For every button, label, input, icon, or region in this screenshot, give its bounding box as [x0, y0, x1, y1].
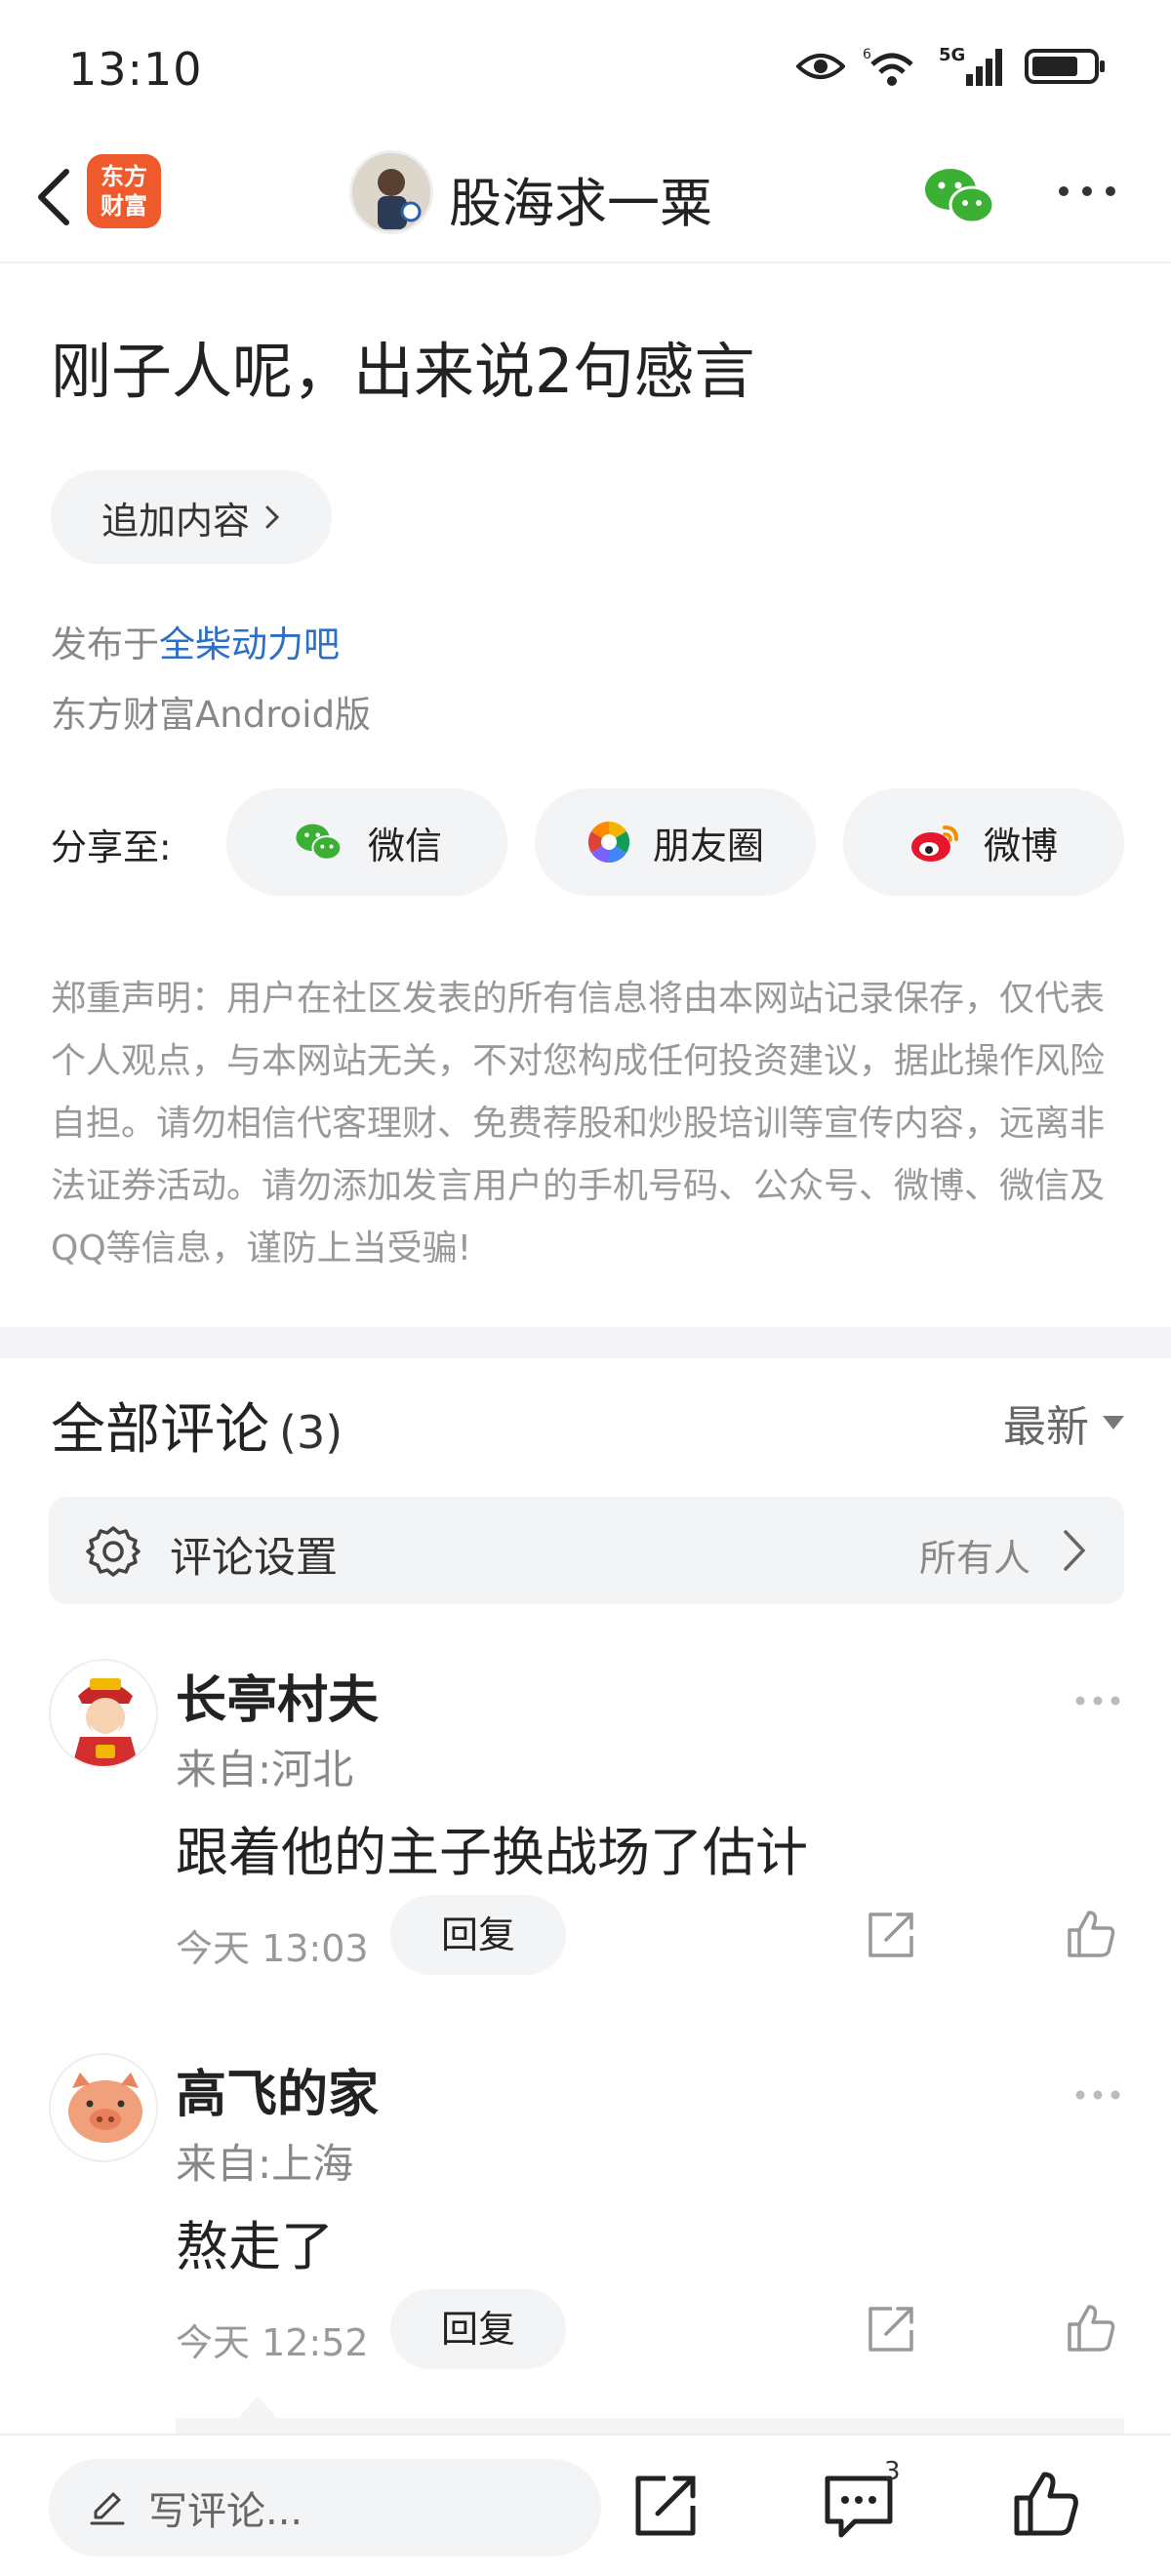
- eye-icon: [796, 54, 845, 79]
- network-type: 5G: [939, 45, 965, 65]
- share-weibo-button[interactable]: 微博: [843, 788, 1124, 896]
- post-title: 刚子人呢，出来说2句感言: [51, 336, 755, 407]
- reply-button[interactable]: 回复: [390, 1895, 566, 1975]
- cellular-signal-icon: 5G: [939, 45, 1002, 86]
- commenter-location: 来自:河北: [176, 1746, 354, 1793]
- wifi-tag: 6: [863, 47, 871, 62]
- comment-time: 今天 12:52: [176, 2321, 369, 2364]
- caret-down-icon: [1103, 1416, 1124, 1429]
- avatar-image: [352, 153, 430, 231]
- author-avatar[interactable]: [349, 150, 433, 234]
- app-logo-line1: 东方: [101, 163, 147, 190]
- write-comment-input[interactable]: 写评论...: [49, 2459, 601, 2556]
- comment-item: 高飞的家 来自:上海 熬走了 今天 12:52 回复: [0, 2053, 1171, 2443]
- share-weibo-label: 微博: [983, 824, 1058, 867]
- bottom-action-bar: 写评论... 3: [0, 2434, 1171, 2576]
- share-wechat-label: 微信: [367, 824, 442, 867]
- wechat-icon[interactable]: [921, 162, 999, 230]
- chevron-right-icon: [1064, 1530, 1086, 1571]
- top-nav-bar: 东方 财富 股海求一粟: [0, 137, 1171, 263]
- comment-count-badge: 3: [884, 2457, 901, 2486]
- write-comment-placeholder: 写评论...: [148, 2489, 303, 2534]
- comment-settings-label: 评论设置: [170, 1534, 338, 1583]
- more-options-icon[interactable]: [1056, 180, 1118, 203]
- app-logo[interactable]: 东方 财富: [87, 154, 161, 228]
- published-prefix: 发布于: [51, 624, 159, 665]
- comments-title: 全部评论: [51, 1398, 269, 1462]
- commenter-name[interactable]: 高飞的家: [176, 2053, 379, 2126]
- thumbs-up-icon[interactable]: [1064, 1907, 1118, 1961]
- wechat-icon: [296, 824, 343, 861]
- share-label: 分享至:: [51, 826, 172, 868]
- share-icon[interactable]: [865, 1909, 917, 1961]
- reply-preview-notch: [238, 2396, 277, 2418]
- author-name[interactable]: 股海求一粟: [449, 160, 712, 237]
- forum-link[interactable]: 全柴动力吧: [159, 624, 340, 665]
- pencil-icon: [90, 2492, 125, 2525]
- reply-button[interactable]: 回复: [390, 2289, 566, 2369]
- chevron-right-icon: [265, 505, 280, 529]
- disclaimer-text: 郑重声明：用户在社区发表的所有信息将由本网站记录保存，仅代表个人观点，与本网站无…: [51, 979, 1106, 1268]
- avatar-image: [51, 2055, 156, 2160]
- share-icon[interactable]: [630, 2471, 701, 2541]
- status-bar: 13:10 6 5G: [0, 0, 1171, 137]
- commenter-name[interactable]: 长亭村夫: [176, 1659, 379, 1732]
- client-source: 东方财富Android版: [51, 694, 372, 736]
- avatar-image: [51, 1661, 156, 1766]
- commenter-avatar[interactable]: [49, 1659, 158, 1768]
- comment-text: 跟着他的主子换战场了估计: [176, 1822, 808, 1883]
- share-moments-label: 朋友圈: [652, 824, 764, 867]
- comment-time: 今天 13:03: [176, 1927, 369, 1970]
- status-time: 13:10: [68, 43, 203, 96]
- published-in: 发布于全柴动力吧: [51, 615, 340, 667]
- share-moments-button[interactable]: 朋友圈: [535, 788, 816, 896]
- share-wechat-button[interactable]: 微信: [226, 788, 507, 896]
- more-options-icon[interactable]: [1073, 1694, 1122, 1708]
- append-content-button[interactable]: 追加内容: [51, 470, 332, 564]
- comment-text: 熬走了: [176, 2216, 334, 2277]
- status-icons: 6 5G: [796, 45, 1107, 88]
- comment-settings-row[interactable]: 评论设置 所有人: [49, 1497, 1124, 1604]
- sort-label: 最新: [1003, 1402, 1089, 1452]
- weibo-icon: [910, 825, 958, 862]
- more-options-icon[interactable]: [1073, 2088, 1122, 2102]
- share-icon[interactable]: [865, 2303, 917, 2355]
- section-divider: [0, 1327, 1171, 1358]
- comment-item: 长亭村夫 来自:河北 跟着他的主子换战场了估计 今天 13:03 回复: [0, 1659, 1171, 2049]
- sort-dropdown[interactable]: 最新: [1003, 1391, 1124, 1454]
- wifi-icon: 6: [863, 47, 913, 86]
- back-arrow-icon[interactable]: [23, 158, 92, 236]
- comment-settings-value: 所有人: [918, 1537, 1030, 1580]
- commenter-avatar[interactable]: [49, 2053, 158, 2162]
- app-logo-line2: 财富: [101, 192, 147, 220]
- thumbs-up-icon[interactable]: [1011, 2469, 1081, 2539]
- comments-heading: 全部评论 (3): [51, 1386, 343, 1465]
- thumbs-up-icon[interactable]: [1064, 2301, 1118, 2355]
- comments-count: (3): [279, 1406, 343, 1459]
- gear-icon: [86, 1526, 141, 1577]
- commenter-location: 来自:上海: [176, 2140, 354, 2188]
- moments-icon: [587, 821, 630, 864]
- append-content-label: 追加内容: [101, 499, 250, 543]
- battery-icon: [1025, 49, 1105, 84]
